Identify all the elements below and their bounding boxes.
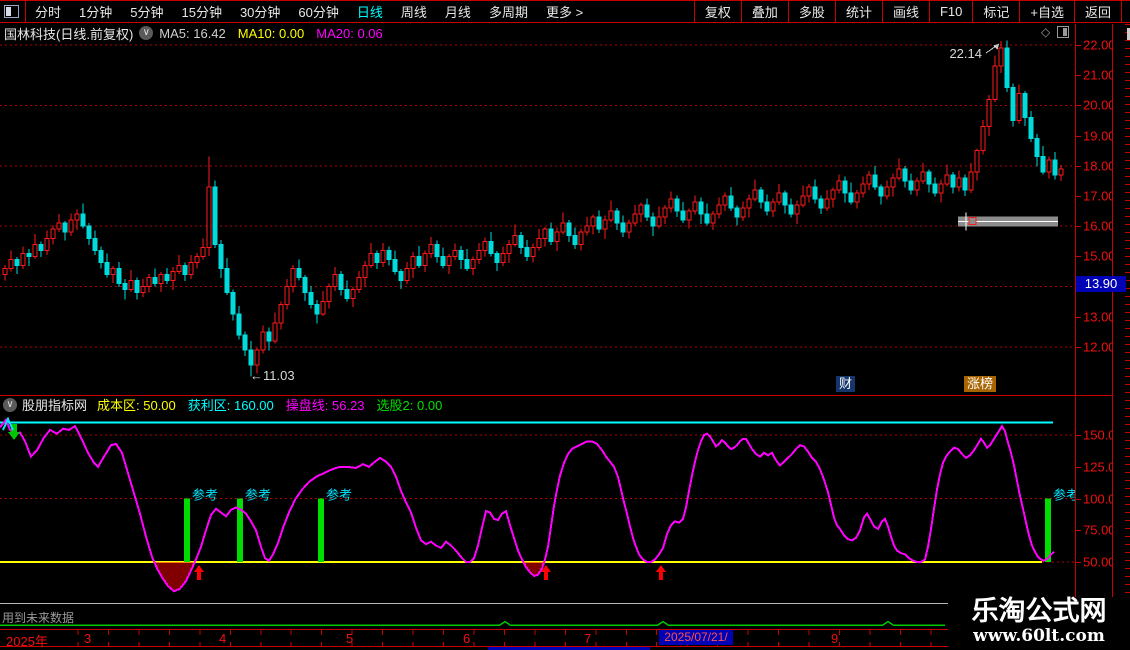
axis-tick bbox=[1076, 226, 1081, 227]
top-toolbar: 分时1分钟5分钟15分钟30分钟60分钟日线周线月线多周期更多 > 复权叠加多股… bbox=[0, 0, 1130, 23]
price-axis-label: 13.00 bbox=[1083, 309, 1116, 324]
indicator-header: ∨ 股朋指标网 成本区: 50.00 获利区: 160.00 操盘线: 56.2… bbox=[0, 396, 442, 413]
period-tab-2[interactable]: 1分钟 bbox=[70, 1, 121, 22]
price-axis-label: 20.00 bbox=[1083, 98, 1116, 113]
tool-button-5[interactable]: 画线 bbox=[882, 1, 929, 22]
axis-tick bbox=[1076, 347, 1081, 348]
period-tab-3[interactable]: 5分钟 bbox=[121, 1, 172, 22]
axis-tick bbox=[1076, 530, 1081, 531]
profit-zone-value: 获利区: 160.00 bbox=[188, 395, 274, 414]
date-axis-label: 7 bbox=[584, 631, 591, 646]
axis-tick bbox=[1076, 45, 1081, 46]
tools-toolbar: 复权叠加多股统计画线F10标记+自选返回 bbox=[694, 1, 1122, 22]
tool-button-7[interactable]: 标记 bbox=[972, 1, 1019, 22]
svg-text:22.14: 22.14 bbox=[949, 46, 982, 61]
trading-app-window: 分时1分钟5分钟15分钟30分钟60分钟日线周线月线多周期更多 > 复权叠加多股… bbox=[0, 0, 1130, 650]
axis-tick bbox=[1076, 136, 1081, 137]
axis-tick bbox=[1076, 317, 1081, 318]
pane-layout-icon[interactable] bbox=[1057, 26, 1069, 38]
cost-zone-value: 成本区: 50.00 bbox=[97, 395, 176, 414]
axis-tick bbox=[1076, 105, 1081, 106]
stock-info-row: 国林科技(日线.前复权) ∨ MA5: 16.42 MA10: 0.00 MA2… bbox=[0, 25, 383, 41]
diamond-icon[interactable]: ◇ bbox=[1041, 26, 1050, 38]
tool-button-3[interactable]: 多股 bbox=[788, 1, 835, 22]
period-tab-10[interactable]: 多周期 bbox=[480, 1, 537, 22]
date-axis-label: 6 bbox=[463, 631, 470, 646]
price-axis: 22.00 21.00 20.00 19.00 18.00 17.00 16.00 15.00… bbox=[1075, 24, 1113, 395]
date-axis-label: 9 bbox=[831, 631, 838, 646]
ruler-ticks bbox=[1125, 24, 1130, 629]
chevron-down-icon[interactable]: ∨ bbox=[3, 398, 17, 412]
period-tab-5[interactable]: 30分钟 bbox=[231, 1, 289, 22]
indicator-axis-label: 75.00 bbox=[1083, 523, 1116, 538]
svg-text:参考: 参考 bbox=[245, 488, 271, 503]
axis-tick bbox=[1076, 75, 1081, 76]
tool-button-1[interactable]: 复权 bbox=[694, 1, 741, 22]
future-data-note: 用到未来数据 bbox=[2, 609, 74, 626]
chevron-down-icon[interactable]: ∨ bbox=[139, 26, 153, 40]
axis-tick bbox=[1076, 562, 1081, 563]
tool-button-4[interactable]: 统计 bbox=[835, 1, 882, 22]
stock-title[interactable]: 国林科技(日线.前复权) bbox=[4, 24, 133, 43]
axis-tick bbox=[1076, 166, 1081, 167]
price-axis-label: 12.00 bbox=[1083, 340, 1116, 355]
price-axis-label: 22.00 bbox=[1083, 38, 1116, 53]
svg-text:←11.03: ←11.03 bbox=[250, 368, 295, 383]
svg-text:参考: 参考 bbox=[192, 488, 218, 503]
date-axis-label: 4 bbox=[219, 631, 226, 646]
period-tab-1[interactable]: 分时 bbox=[26, 1, 70, 22]
indicator-axis-label: 150.0 bbox=[1083, 428, 1116, 443]
price-axis-label: 18.00 bbox=[1083, 158, 1116, 173]
ma10-value: MA10: 0.00 bbox=[238, 26, 305, 41]
selected-date-badge: 2025/07/21/一 bbox=[659, 630, 733, 645]
indicator-axis-label: 50.00 bbox=[1083, 555, 1116, 570]
indicator-chart[interactable]: 参考 参考 参考 参考 bbox=[0, 414, 1075, 604]
watermark-url: www.60lt.com bbox=[948, 627, 1130, 646]
opline-value: 操盘线: 56.23 bbox=[286, 395, 365, 414]
indicator-axis: 150.0 125.0 100.0 75.00 50.00 bbox=[1075, 395, 1113, 629]
select2-value: 选股2: 0.00 bbox=[377, 395, 443, 414]
finance-badge[interactable]: 财 bbox=[836, 376, 855, 392]
ma20-value: MA20: 0.06 bbox=[316, 26, 383, 41]
ma5-value: MA5: 16.42 bbox=[159, 26, 226, 41]
indicator-axis-label: 100.0 bbox=[1083, 491, 1116, 506]
price-axis-label: 17.00 bbox=[1083, 189, 1116, 204]
window-split-icon[interactable] bbox=[4, 5, 19, 18]
date-axis-label: 2025年 bbox=[6, 631, 48, 650]
period-tab-7[interactable]: 日线 bbox=[348, 1, 392, 22]
tool-button-6[interactable]: F10 bbox=[929, 1, 972, 22]
axis-tick bbox=[1076, 435, 1081, 436]
tool-button-9[interactable]: 返回 bbox=[1074, 1, 1122, 22]
axis-tick bbox=[1076, 196, 1081, 197]
gainers-badge[interactable]: 涨榜 bbox=[964, 376, 996, 392]
price-axis-label: 21.00 bbox=[1083, 68, 1116, 83]
svg-text:参考: 参考 bbox=[326, 488, 352, 503]
period-tab-6[interactable]: 60分钟 bbox=[289, 1, 347, 22]
select2-chart[interactable] bbox=[0, 604, 1075, 629]
svg-text:参考: 参考 bbox=[1053, 488, 1075, 503]
price-axis-label: 16.00 bbox=[1083, 219, 1116, 234]
period-tab-9[interactable]: 月线 bbox=[436, 1, 480, 22]
tool-button-8[interactable]: +自选 bbox=[1019, 1, 1074, 22]
indicator-name[interactable]: 股朋指标网 bbox=[22, 395, 87, 414]
axis-tick bbox=[1076, 499, 1081, 500]
period-toolbar: 分时1分钟5分钟15分钟30分钟60分钟日线周线月线多周期更多 > bbox=[0, 1, 592, 22]
watermark: 乐淘公式网 www.60lt.com bbox=[948, 597, 1130, 650]
axis-tick bbox=[1076, 467, 1081, 468]
price-badge: 13.90 bbox=[1076, 276, 1126, 292]
indicator-axis-label: 125.0 bbox=[1083, 459, 1116, 474]
period-tab-8[interactable]: 周线 bbox=[392, 1, 436, 22]
price-axis-label: 19.00 bbox=[1083, 128, 1116, 143]
date-axis-label: 3 bbox=[84, 631, 91, 646]
price-axis-label: 15.00 bbox=[1083, 249, 1116, 264]
watermark-site-name: 乐淘公式网 bbox=[948, 597, 1130, 627]
date-axis-label: 5 bbox=[346, 631, 353, 646]
candlestick-chart[interactable]: 22.14 ←11.03 bbox=[0, 24, 1075, 395]
period-tab-4[interactable]: 15分钟 bbox=[172, 1, 230, 22]
axis-tick bbox=[1076, 256, 1081, 257]
tool-button-2[interactable]: 叠加 bbox=[741, 1, 788, 22]
right-ruler-strip[interactable] bbox=[1113, 24, 1130, 629]
period-tab-11[interactable]: 更多 > bbox=[537, 1, 592, 22]
